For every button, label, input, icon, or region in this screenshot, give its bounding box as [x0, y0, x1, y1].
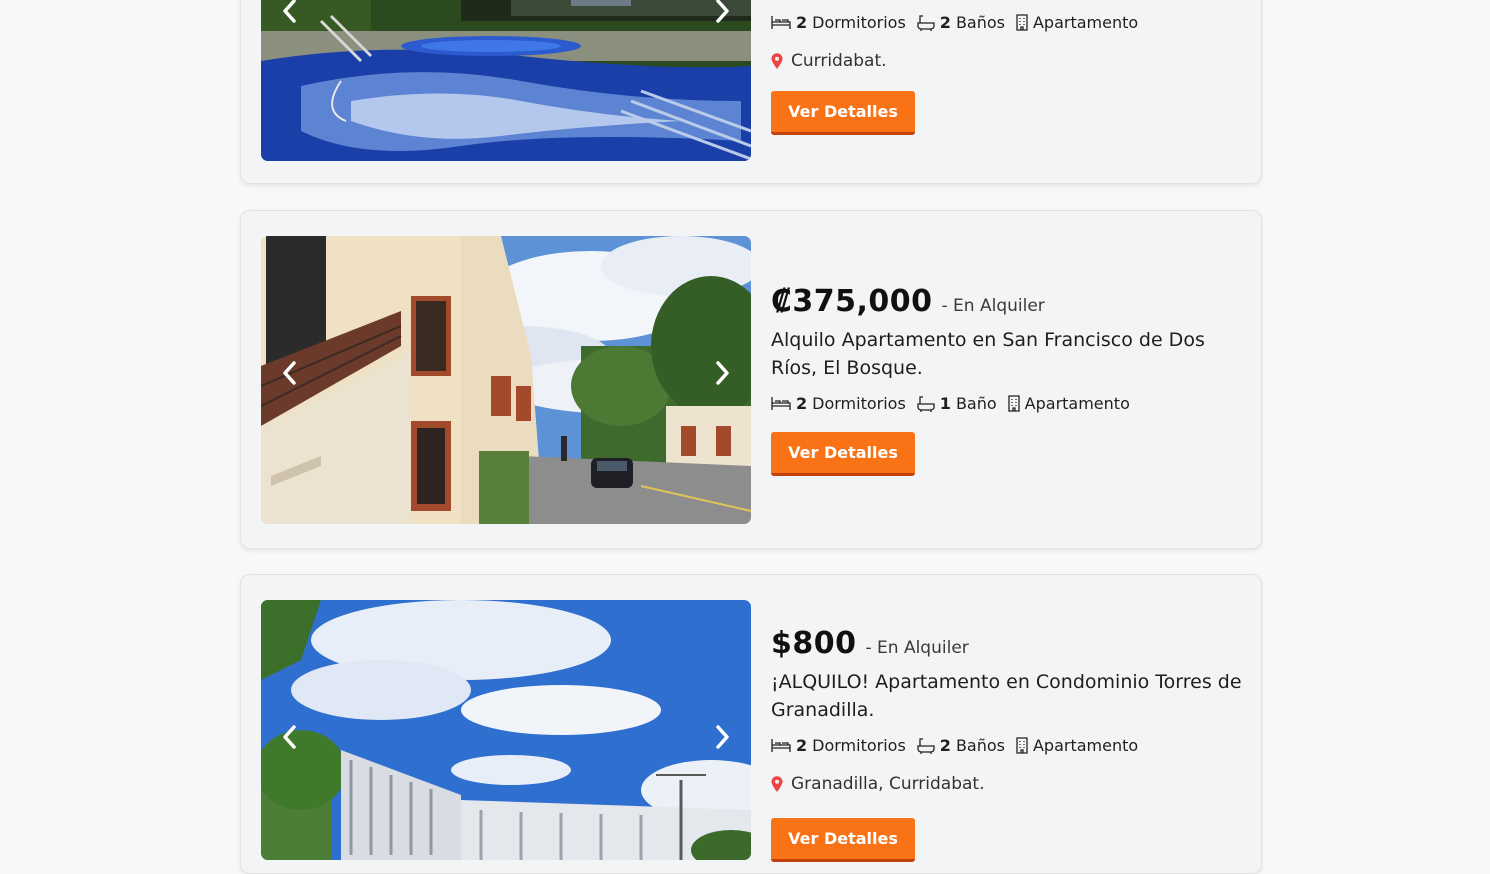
listing-title[interactable]: Alquilo Apartamento en San Francisco de … [771, 326, 1243, 382]
carousel-next-button[interactable] [709, 358, 735, 388]
bath-icon [917, 737, 935, 754]
bedrooms-count: 2 [796, 393, 808, 413]
property-type-label: Apartamento [1032, 12, 1139, 32]
bedrooms-count: 2 [796, 12, 808, 32]
chevron-right-icon [716, 361, 729, 385]
listing-title[interactable]: ¡ALQUILO! Apartamento en Condominio Torr… [771, 668, 1243, 724]
building-icon [1008, 394, 1020, 412]
bathrooms-label: Baño [955, 393, 997, 413]
location-text: Granadilla, Curridabat. [791, 774, 985, 794]
listing-card: $800 - En Alquiler ¡ALQUILO! Apartamento… [240, 574, 1262, 874]
location-text: Curridabat. [791, 51, 887, 71]
bedrooms-label: Dormitorios [812, 12, 906, 32]
listing-photo[interactable] [261, 236, 751, 524]
bathrooms: 2 Baños [917, 736, 1005, 755]
listing-info: ₡375,000 - En Alquiler Alquilo Apartamen… [771, 284, 1243, 484]
chevron-left-icon [283, 361, 296, 385]
bathrooms: 2 Baños [917, 13, 1005, 32]
bedrooms: 2 Dormitorios [771, 13, 906, 32]
view-details-button[interactable]: Ver Detalles [771, 91, 915, 135]
view-details-button[interactable]: Ver Detalles [771, 818, 915, 862]
bathrooms-label: Baños [955, 12, 1005, 32]
listing-info: 2 Dormitorios 2 Baños Apartamento Currid… [771, 11, 1243, 161]
listing-price: $800 [771, 626, 857, 661]
building-icon [1016, 13, 1028, 31]
listing-photo[interactable] [261, 600, 751, 860]
listing-features: 2 Dormitorios 1 Baño Apartamento [771, 392, 1243, 414]
bedrooms: 2 Dormitorios [771, 736, 906, 755]
chevron-right-icon [716, 725, 729, 749]
carousel-prev-button[interactable] [277, 722, 303, 752]
listing-photo[interactable] [261, 0, 751, 161]
listing-operation: - En Alquiler [941, 296, 1045, 316]
listing-operation: - En Alquiler [865, 638, 969, 658]
listing-info: $800 - En Alquiler ¡ALQUILO! Apartamento… [771, 626, 1243, 862]
bed-icon [771, 16, 791, 29]
map-pin-icon [771, 53, 783, 69]
bathrooms: 1 Baño [917, 394, 997, 413]
bathrooms-count: 1 [939, 393, 951, 413]
chevron-left-icon [283, 725, 296, 749]
building-icon [1016, 736, 1028, 754]
property-type: Apartamento [1016, 736, 1138, 755]
carousel-prev-button[interactable] [277, 358, 303, 388]
view-details-button[interactable]: Ver Detalles [771, 432, 915, 476]
price-row: ₡375,000 - En Alquiler [771, 284, 1243, 319]
property-type: Apartamento [1016, 13, 1138, 32]
listing-features: 2 Dormitorios 2 Baños Apartamento [771, 11, 1243, 33]
bathrooms-count: 2 [939, 735, 951, 755]
map-pin-icon [771, 776, 783, 792]
bedrooms-label: Dormitorios [812, 735, 906, 755]
property-type-label: Apartamento [1032, 735, 1139, 755]
bath-icon [917, 14, 935, 31]
carousel-next-button[interactable] [709, 0, 735, 26]
bathrooms-label: Baños [955, 735, 1005, 755]
price-row: $800 - En Alquiler [771, 626, 1243, 661]
listing-features: 2 Dormitorios 2 Baños Apartamento [771, 734, 1243, 756]
property-type-label: Apartamento [1024, 393, 1130, 413]
listing-location: Granadilla, Curridabat. [771, 773, 1243, 795]
property-type: Apartamento [1008, 394, 1130, 413]
bathrooms-count: 2 [939, 12, 951, 32]
listing-card: ₡375,000 - En Alquiler Alquilo Apartamen… [240, 210, 1262, 549]
bed-icon [771, 739, 791, 752]
carousel-prev-button[interactable] [277, 0, 303, 26]
bed-icon [771, 397, 791, 410]
bedrooms-count: 2 [796, 735, 808, 755]
bedrooms-label: Dormitorios [812, 393, 906, 413]
chevron-right-icon [716, 0, 729, 23]
listing-price: ₡375,000 [771, 284, 933, 319]
bedrooms: 2 Dormitorios [771, 394, 906, 413]
bath-icon [917, 395, 935, 412]
chevron-left-icon [283, 0, 296, 23]
listing-location: Curridabat. [771, 50, 1243, 72]
carousel-next-button[interactable] [709, 722, 735, 752]
listing-card: 2 Dormitorios 2 Baños Apartamento Currid… [240, 0, 1262, 184]
